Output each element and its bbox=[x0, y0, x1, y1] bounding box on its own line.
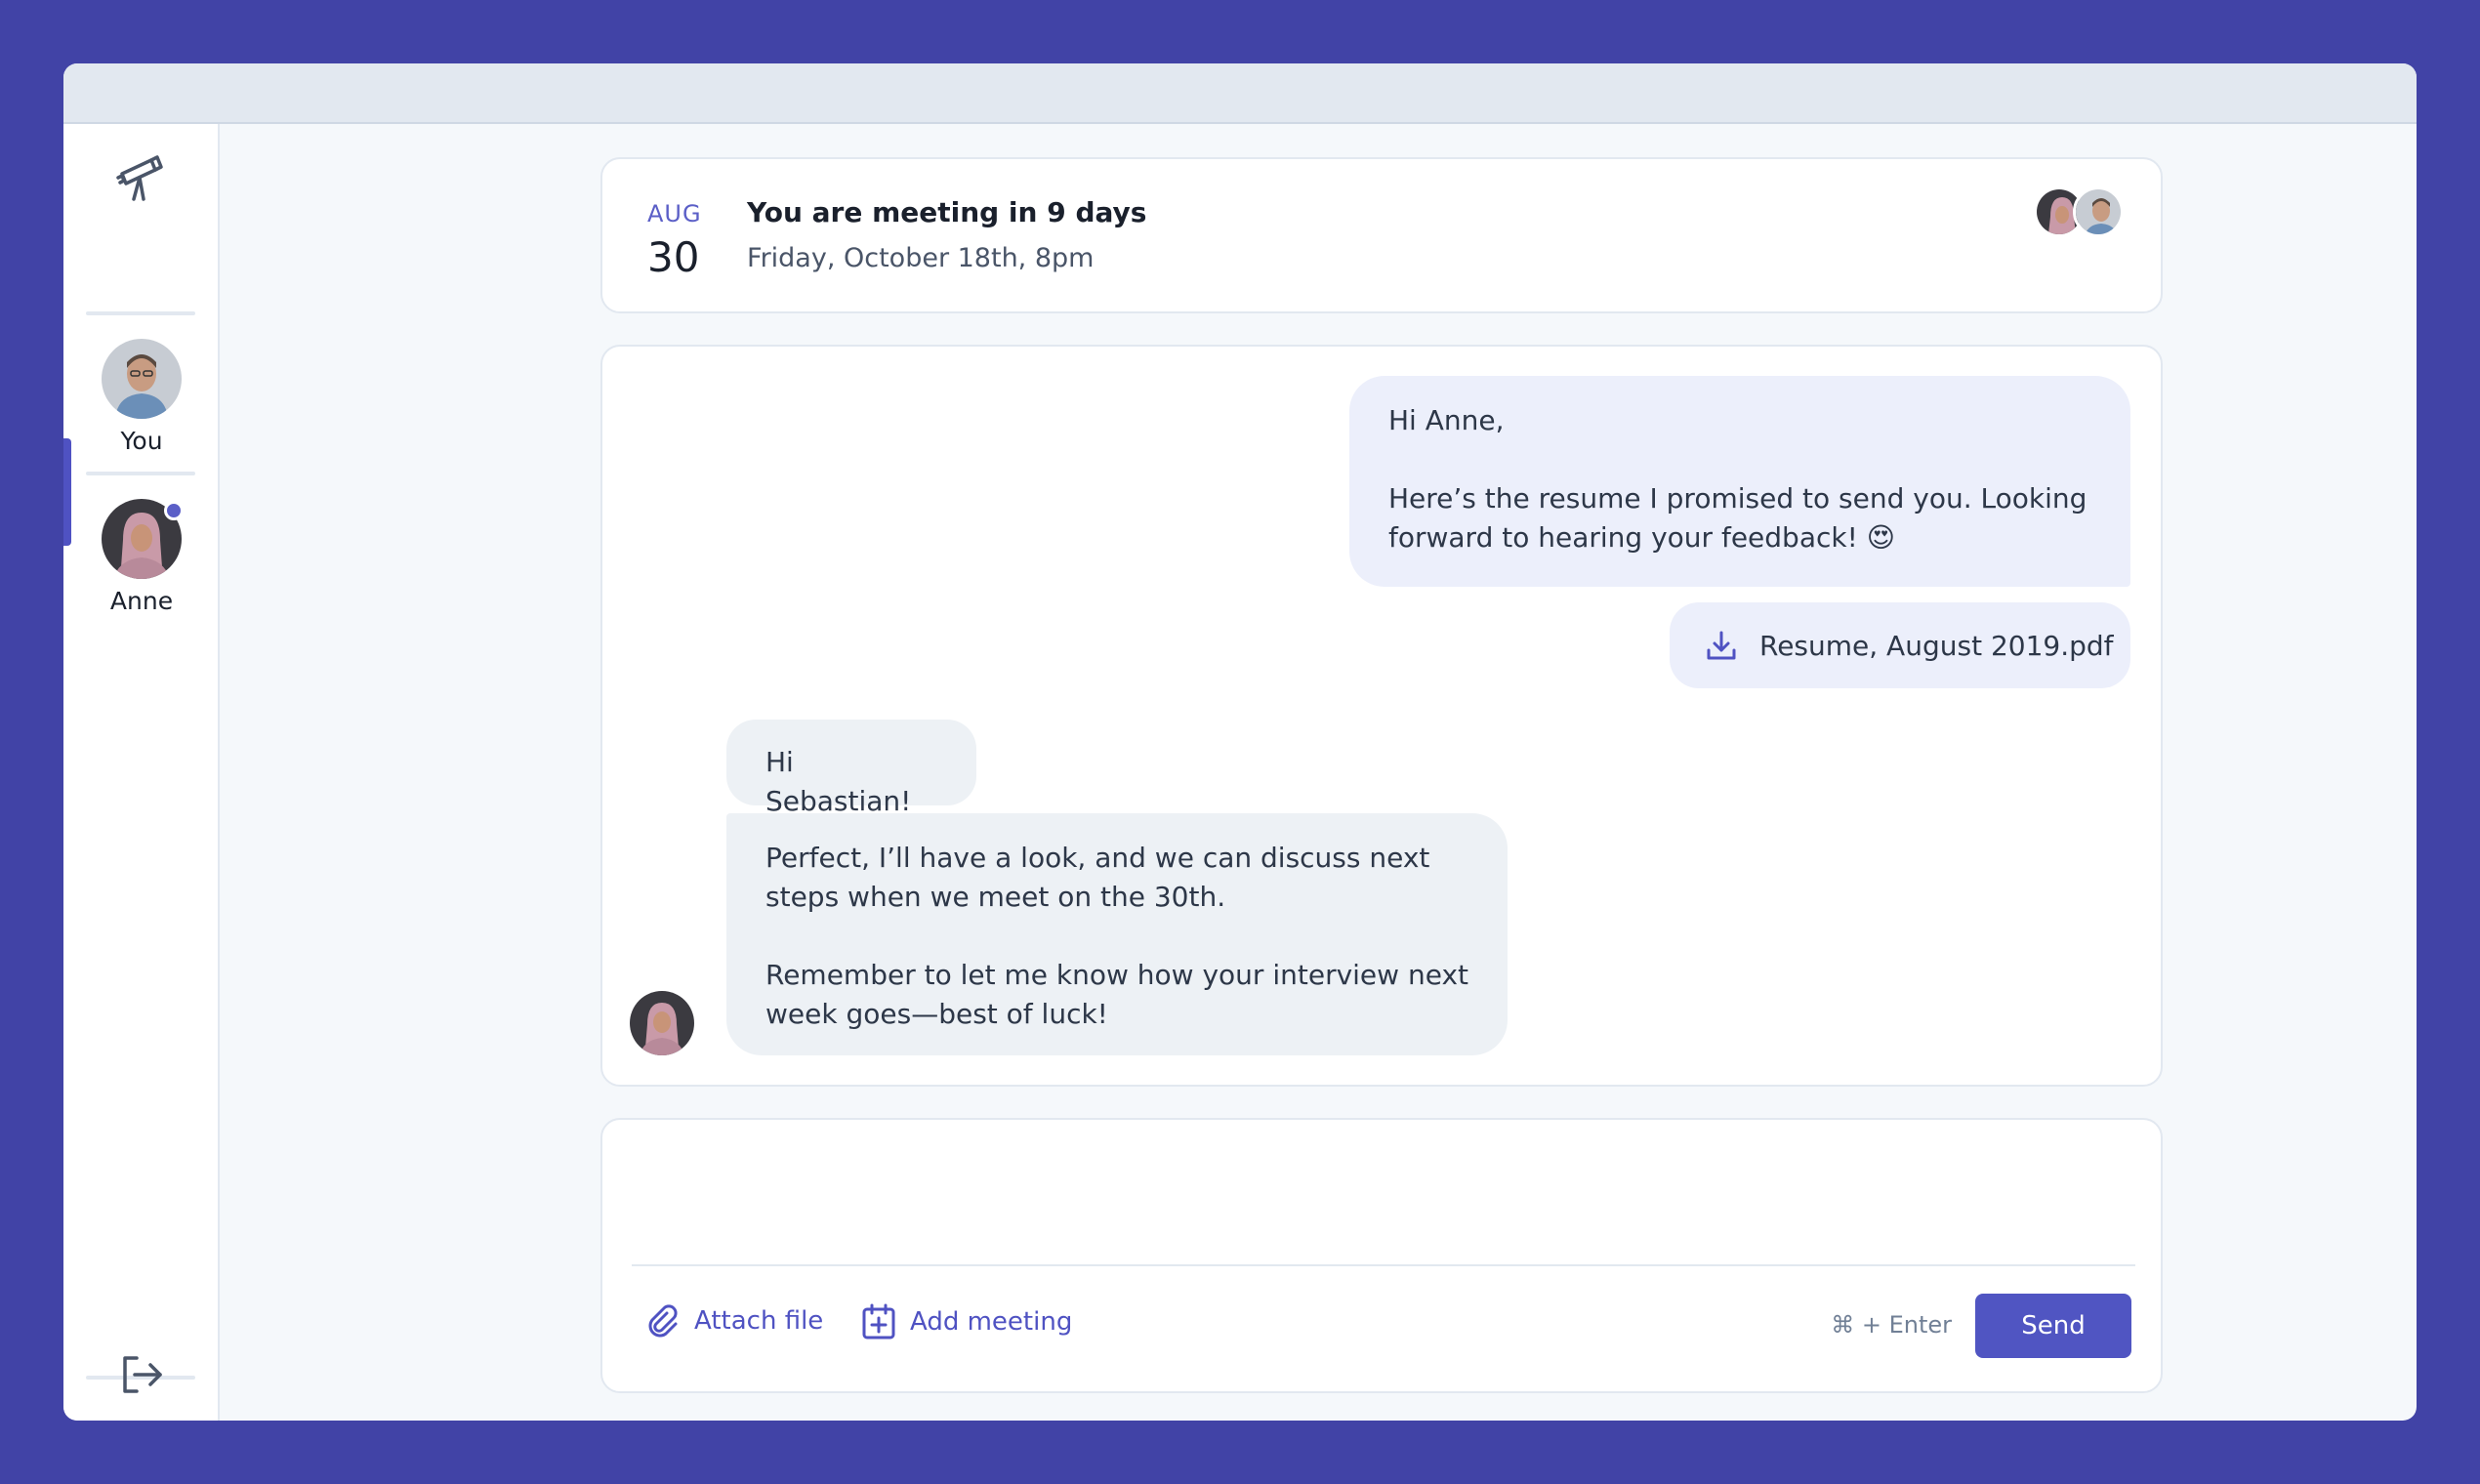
chat-panel: Hi Anne, Here’s the resume I promised to… bbox=[600, 345, 2163, 1087]
attachment-name: Resume, August 2019.pdf bbox=[1759, 629, 2114, 662]
calendar-plus-icon bbox=[861, 1303, 910, 1340]
online-indicator bbox=[164, 501, 184, 520]
add-meeting-label: Add meeting bbox=[910, 1307, 1073, 1337]
logout-icon[interactable] bbox=[117, 1350, 166, 1399]
message-input[interactable] bbox=[632, 1139, 2135, 1266]
sidebar-divider bbox=[86, 311, 195, 315]
meeting-month: AUG bbox=[647, 200, 702, 227]
sidebar-contact-you[interactable]: You bbox=[63, 339, 220, 455]
participant-avatars bbox=[2034, 186, 2131, 237]
meeting-day: 30 bbox=[647, 233, 700, 281]
compose-panel: Attach file Add meeting ⌘ + Enter Send bbox=[600, 1118, 2163, 1393]
app-window: You Anne AUG 30 You are meeting in 9 day… bbox=[63, 63, 2417, 1421]
avatar bbox=[630, 991, 694, 1055]
sidebar-contact-anne[interactable]: Anne bbox=[63, 499, 220, 615]
window-titlebar bbox=[63, 63, 2417, 124]
attach-file-button[interactable]: Attach file bbox=[645, 1303, 823, 1339]
message-incoming: Perfect, I’ll have a look, and we can di… bbox=[726, 813, 1508, 1055]
avatar bbox=[102, 339, 182, 419]
message-incoming: Hi Sebastian! bbox=[726, 720, 976, 817]
avatar bbox=[2073, 186, 2124, 237]
sidebar: You Anne bbox=[63, 124, 220, 1421]
meeting-subtitle: Friday, October 18th, 8pm bbox=[747, 243, 1095, 273]
message-outgoing: Hi Anne, Here’s the resume I promised to… bbox=[1349, 376, 2130, 587]
send-shortcut-hint: ⌘ + Enter bbox=[1831, 1311, 1952, 1339]
attachment-resume[interactable]: Resume, August 2019.pdf bbox=[1670, 602, 2130, 688]
download-icon bbox=[1705, 629, 1738, 662]
paperclip-icon bbox=[645, 1303, 694, 1339]
meeting-card: AUG 30 You are meeting in 9 days Friday,… bbox=[600, 157, 2163, 313]
add-meeting-button[interactable]: Add meeting bbox=[861, 1303, 1072, 1340]
compose-divider bbox=[632, 1264, 2135, 1266]
sidebar-contact-name: You bbox=[120, 427, 163, 455]
send-button[interactable]: Send bbox=[1975, 1294, 2131, 1358]
meeting-title: You are meeting in 9 days bbox=[747, 196, 1147, 228]
sidebar-contact-name: Anne bbox=[109, 587, 174, 615]
telescope-icon[interactable] bbox=[112, 148, 171, 207]
attach-file-label: Attach file bbox=[694, 1306, 824, 1336]
sidebar-divider bbox=[86, 472, 195, 475]
